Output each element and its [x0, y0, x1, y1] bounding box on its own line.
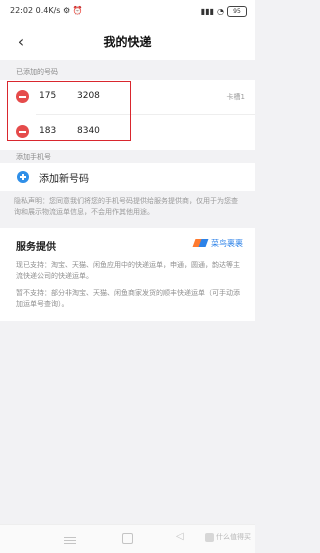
privacy-notice: 隐私声明：您同意我们将您的手机号码提供给服务提供商，仅用于为您查询和展示物流运单…: [14, 197, 238, 216]
watermark: 什么值得买: [205, 532, 251, 542]
service-provider-card: 服务提供 菜鸟裹裹 现已支持：淘宝、天猫、闲鱼应用中的快递运单，申通，圆通，韵达…: [0, 228, 255, 321]
signal-icon: ▮▮▮: [200, 7, 215, 16]
add-phone-label: 添加手机号: [16, 153, 51, 161]
watermark-text: 什么值得买: [216, 533, 251, 541]
page-title: 我的快递: [103, 35, 152, 49]
add-number-label: 添加新号码: [39, 174, 89, 185]
service-title: 服务提供: [16, 242, 56, 253]
unsupported-text: 暂不支持：部分非淘宝、天猫、闲鱼商家发货的顺丰快递运单（可手动添加运单号查询）。: [16, 289, 240, 308]
supported-text: 现已支持：淘宝、天猫、闲鱼应用中的快递运单，申通，圆通，韵达等主流快递公司的快递…: [16, 261, 240, 280]
network-speed: 0.4K/s: [35, 6, 61, 15]
wifi-icon: ◔: [217, 7, 224, 16]
alarm-icon: ⏰: [72, 6, 83, 15]
home-icon[interactable]: [122, 533, 133, 544]
added-numbers-label: 已添加的号码: [16, 68, 58, 76]
battery-indicator: 95: [227, 6, 247, 17]
highlight-annotation: [7, 81, 131, 141]
add-number-button[interactable]: 添加新号码: [0, 163, 255, 191]
brand-logo: 菜鸟裹裹: [194, 237, 243, 249]
brand-name: 菜鸟裹裹: [211, 238, 243, 248]
status-left: 22:02 0.4K/s ⚙ ⏰: [10, 6, 83, 15]
status-right: ▮▮▮ ◔ 95: [201, 6, 247, 17]
status-time: 22:02: [10, 6, 34, 15]
sim-slot-tag: 卡槽1: [226, 93, 245, 101]
settings-icon: ⚙: [63, 6, 71, 15]
watermark-icon: [205, 532, 214, 542]
status-bar: 22:02 0.4K/s ⚙ ⏰ ▮▮▮ ◔ 95: [0, 0, 255, 24]
nav-bar: ‹ 我的快递: [0, 24, 255, 60]
cainiao-logo-icon: [194, 237, 208, 249]
menu-icon[interactable]: [64, 537, 76, 544]
back-triangle-icon[interactable]: ◁: [176, 531, 184, 542]
plus-icon: [17, 171, 29, 183]
